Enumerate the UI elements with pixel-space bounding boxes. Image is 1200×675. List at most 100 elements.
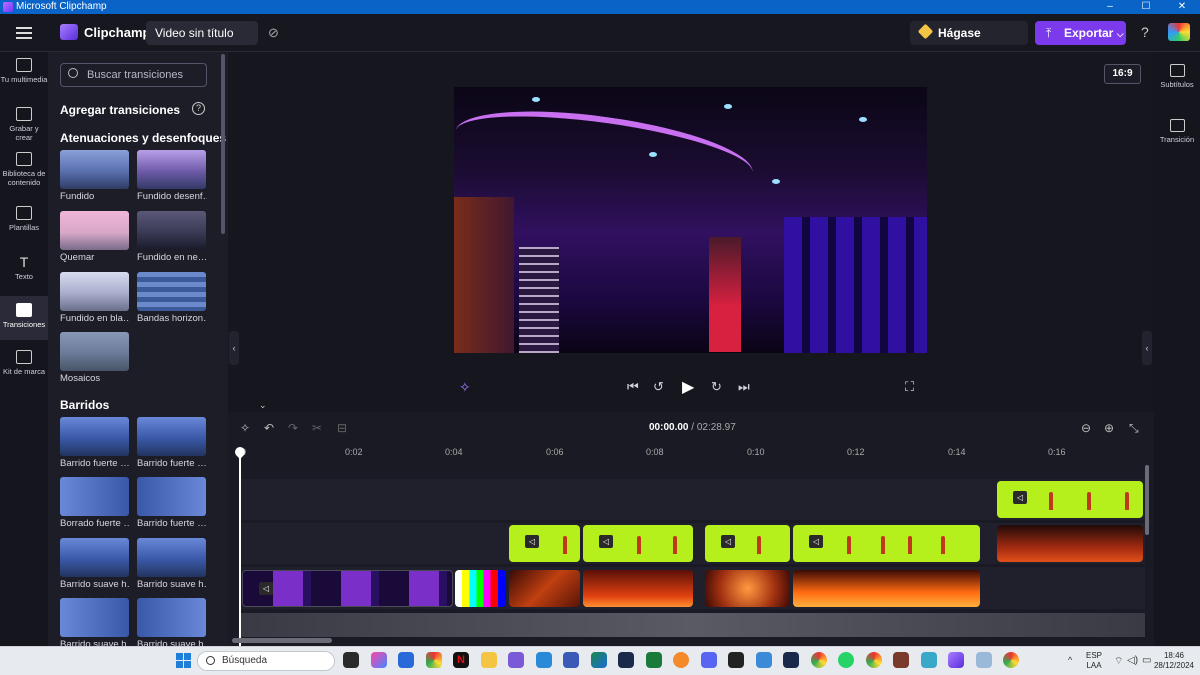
panel-scrollbar[interactable] — [221, 54, 225, 234]
chrome-icon[interactable] — [1003, 652, 1019, 668]
collapse-left-panel-button[interactable]: ‹ — [229, 331, 239, 365]
transition-thumb-barrido-suave-2[interactable] — [137, 538, 206, 577]
transition-thumb-barrido-3[interactable] — [137, 477, 206, 516]
transition-thumb-barrido-1[interactable] — [60, 417, 129, 456]
video-title-input[interactable]: Video sin título — [146, 21, 258, 45]
timeline-clip[interactable]: ◁ — [793, 525, 980, 562]
rail-item-media[interactable]: Tu multimedia — [0, 58, 48, 102]
epic-games-icon[interactable] — [728, 652, 744, 668]
chrome-icon[interactable] — [866, 652, 882, 668]
copilot-icon[interactable] — [371, 652, 387, 668]
aspect-ratio-button[interactable]: 16:9 — [1104, 64, 1141, 84]
rail-item-library[interactable]: Biblioteca de contenido — [0, 152, 48, 192]
redo-icon[interactable]: ↷ — [288, 421, 298, 435]
app-icon[interactable] — [508, 652, 524, 668]
split-icon[interactable]: ✂ — [312, 421, 322, 435]
transition-thumb-quemar[interactable] — [60, 211, 129, 250]
transition-thumb-barrido-suave-3[interactable] — [60, 598, 129, 637]
fullscreen-icon[interactable]: ⛶ — [905, 379, 914, 395]
timeline-clip[interactable] — [583, 570, 693, 607]
help-circle-icon[interactable]: ? — [192, 102, 205, 115]
maximize-button[interactable]: ☐ — [1128, 0, 1164, 14]
store-icon[interactable] — [563, 652, 579, 668]
discord-icon[interactable] — [701, 652, 717, 668]
zoom-out-icon[interactable]: ⊖ — [1081, 421, 1091, 435]
app-icon[interactable] — [646, 652, 662, 668]
edge-icon[interactable] — [591, 652, 607, 668]
transition-thumb-barrido-suave-4[interactable] — [137, 598, 206, 637]
wifi-icon[interactable]: ⌔ — [1114, 655, 1123, 668]
timeline-clip[interactable]: ◁ — [509, 525, 580, 562]
whatsapp-icon[interactable] — [838, 652, 854, 668]
transition-thumb-fundido-blanco[interactable] — [60, 272, 129, 311]
windows-start-icon[interactable] — [176, 653, 191, 668]
chrome-icon[interactable] — [811, 652, 827, 668]
cloud-off-icon[interactable]: ⊘ — [268, 25, 286, 40]
search-input[interactable]: Buscar transiciones — [60, 63, 207, 87]
collapse-timeline-icon[interactable]: ⌄ — [259, 400, 267, 411]
file-explorer-icon[interactable] — [481, 652, 497, 668]
rewind-5s-icon[interactable]: ↺ — [653, 379, 664, 395]
app-icon[interactable] — [398, 652, 414, 668]
timeline-horizontal-scrollbar[interactable] — [232, 638, 332, 643]
avatar[interactable] — [1168, 23, 1190, 41]
play-button[interactable]: ▶ — [682, 377, 694, 397]
fit-timeline-icon[interactable]: ⤡ — [1129, 421, 1139, 436]
magic-tools-icon[interactable]: ✧ — [240, 421, 250, 435]
collapse-right-panel-button[interactable]: ‹ — [1142, 331, 1152, 365]
minimize-button[interactable]: – — [1092, 0, 1128, 14]
netflix-icon[interactable]: N — [453, 652, 469, 668]
transition-thumb-mosaicos[interactable] — [60, 332, 129, 371]
timeline-clip[interactable] — [705, 570, 790, 607]
transition-thumb-barrido-2[interactable] — [137, 417, 206, 456]
rail-item-captions[interactable]: Subtítulos — [1154, 64, 1200, 89]
clock[interactable]: 18:46 28/12/2024 — [1152, 651, 1196, 671]
close-button[interactable]: ✕ — [1164, 0, 1200, 14]
transition-thumb-barrido-suave-1[interactable] — [60, 538, 129, 577]
app-icon[interactable] — [673, 652, 689, 668]
timeline-vertical-scrollbar[interactable] — [1145, 465, 1149, 535]
transition-thumb-fundido-desenfoque[interactable] — [137, 150, 206, 189]
transition-thumb-fundido-negro[interactable] — [137, 211, 206, 250]
app-icon[interactable] — [921, 652, 937, 668]
magic-edit-icon[interactable]: ✧ — [459, 379, 471, 396]
rail-item-record[interactable]: Grabar y crear — [0, 107, 48, 147]
forward-5s-icon[interactable]: ↻ — [711, 379, 722, 395]
skip-back-icon[interactable]: ⏮ — [627, 379, 639, 395]
timeline-clip[interactable]: ◁ — [583, 525, 693, 562]
transition-thumb-bandas-horizontales[interactable] — [137, 272, 206, 311]
app-icon[interactable] — [893, 652, 909, 668]
rail-item-text[interactable]: T Texto — [0, 255, 48, 287]
transition-thumb-fundido[interactable] — [60, 150, 129, 189]
steam-icon[interactable] — [618, 652, 634, 668]
transition-thumb-borrado-1[interactable] — [60, 477, 129, 516]
timeline-clip[interactable]: ◁ — [242, 570, 453, 607]
delete-icon[interactable]: ⊟ — [337, 421, 347, 435]
timeline-clip[interactable] — [793, 570, 980, 607]
timeline-clip[interactable] — [509, 570, 580, 607]
playhead[interactable] — [239, 448, 241, 646]
skip-forward-icon[interactable]: ⏭ — [738, 379, 750, 395]
battery-icon[interactable]: ▭ — [1142, 655, 1151, 666]
undo-icon[interactable]: ↶ — [264, 421, 274, 435]
timeline-clip[interactable] — [997, 525, 1143, 562]
timeline-clip[interactable]: ◁ — [705, 525, 790, 562]
chrome-icon[interactable] — [426, 652, 442, 668]
timeline-clip[interactable] — [455, 570, 506, 607]
taskbar-search-input[interactable]: Búsqueda — [197, 651, 335, 671]
rail-item-transitions[interactable]: Transiciones — [0, 296, 48, 340]
app-icon[interactable] — [756, 652, 772, 668]
chevron-up-icon[interactable]: ^ — [1068, 655, 1072, 665]
language-indicator[interactable]: ESP LAA — [1086, 651, 1102, 671]
app-icon[interactable] — [976, 652, 992, 668]
clipchamp-taskbar-icon[interactable] — [948, 652, 964, 668]
volume-icon[interactable]: ◁) — [1127, 655, 1138, 666]
task-view-icon[interactable] — [343, 652, 359, 668]
zoom-in-icon[interactable]: ⊕ — [1104, 421, 1114, 435]
photos-icon[interactable] — [536, 652, 552, 668]
steam-icon[interactable] — [783, 652, 799, 668]
timeline-clip[interactable]: ◁ — [997, 481, 1143, 518]
help-icon[interactable]: ? — [1141, 24, 1149, 40]
hamburger-menu-icon[interactable] — [16, 27, 32, 39]
rail-item-brand-kit[interactable]: Kit de marca — [0, 350, 48, 382]
